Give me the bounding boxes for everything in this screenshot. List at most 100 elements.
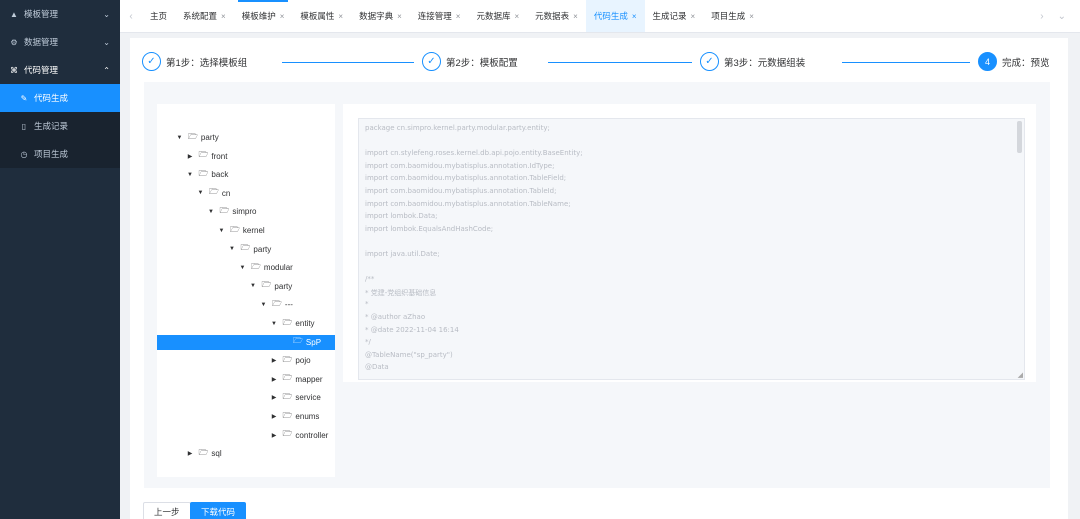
caret-down-icon[interactable]: ▼ [186,172,195,178]
edit-icon: ✎ [20,93,28,103]
code-line: import lombok.Data; [365,212,438,221]
caret-right-icon[interactable]: ▶ [270,357,279,364]
caret-down-icon[interactable]: ▼ [228,246,237,252]
code-line: * 党建-党组织基础信息 [365,288,437,297]
caret-down-icon[interactable]: ▼ [207,209,216,215]
caret-down-icon[interactable]: ▼ [217,228,226,234]
sidebar-item-2[interactable]: ◷ 项目生成 [0,140,120,168]
sidebar-item-label: 项目生成 [34,149,69,159]
code-line: import com.baomidou.mybatisplus.annotati… [365,199,571,208]
caret-down-icon[interactable]: ▼ [175,135,184,141]
tab-scroll-left-icon[interactable]: ‹ [120,11,142,22]
step-label: 第1步：选择模板组 [166,57,248,69]
close-icon[interactable]: × [632,12,637,21]
caret-right-icon[interactable]: ▶ [186,450,195,457]
step-label: 第2步：模板配置 [446,57,518,69]
sidebar-item-1[interactable]: ▯ 生成记录 [0,112,120,140]
caret-down-icon[interactable]: ▼ [249,283,258,289]
tree-node[interactable]: ▼ 🗁 entity [157,316,335,331]
download-code-button[interactable]: 下载代码 [190,502,247,519]
sidebar-item-0[interactable]: ✎ 代码生成 [0,84,120,112]
tab-3[interactable]: 模板属性 × [292,0,351,32]
tree-node-label: service [295,393,321,403]
document-icon: ▯ [21,121,27,131]
tab-1[interactable]: 系统配置 × [175,0,234,32]
tab-10[interactable]: 项目生成 × [703,0,762,32]
tree-node-label: cn [221,188,231,198]
caret-down-icon[interactable]: ▼ [238,265,247,271]
resize-handle-icon[interactable]: ◢ [1018,371,1023,379]
caret-right-icon[interactable]: ▶ [270,394,279,401]
close-icon[interactable]: × [338,12,343,21]
tree-node[interactable]: ▼ 🗁 --- [157,297,335,312]
close-icon[interactable]: × [691,12,696,21]
chevron-down-icon: ⌄ [103,9,110,19]
sidebar-group-0[interactable]: ▲ 模板管理 ⌄ [0,0,120,28]
tree-node[interactable]: ▼ 🗁 party [157,279,335,294]
file-tree: ▼ 🗁 party ▶ 🗁 front ▼ 🗁 back ▼ 🗁 cn ▼ 🗁 simpro ▼ 🗁 kernel… [157,104,335,477]
caret-down-icon[interactable]: ▼ [259,302,268,308]
caret-right-icon[interactable]: ▶ [270,413,279,420]
prev-step-button[interactable]: 上一步 [143,502,191,519]
tree-node[interactable]: ▼ 🗁 cn [157,186,335,201]
close-icon[interactable]: × [749,12,754,21]
tree-node-label: party [253,244,272,254]
main-card: ✓ 第1步：选择模板组 ✓ 第2步：模板配置 ✓ 第3步：元数据组装 4 完成：预览 ▼ 🗁 pa… [130,38,1068,519]
tree-node[interactable]: 🗁 SpP [157,334,335,350]
tree-node[interactable]: ▼ 🗁 back [157,167,335,182]
tree-node-label: party [200,133,219,142]
caret-down-icon[interactable]: ▼ [196,190,205,196]
code-line: /** [365,275,375,284]
close-icon[interactable]: × [573,12,578,21]
caret-right-icon[interactable]: ▶ [270,376,279,383]
tab-2[interactable]: 模板维护 × [234,0,293,32]
tree-node[interactable]: ▶ 🗁 enums [157,409,335,424]
code-line: import java.util.Date; [365,250,440,258]
code-icon: ⌘ [10,65,18,75]
tab-list: 主页 系统配置 × 模板维护 × 模板属性 × 数据字典 × 连接管理 × 元数据库 × 元数据表 × 代码生… [142,0,1040,32]
tab-7[interactable]: 元数据表 × [527,0,586,32]
tab-5[interactable]: 连接管理 × [410,0,469,32]
folder-open-icon: 🗁 [282,429,293,439]
tab-bar: ‹ 主页 系统配置 × 模板维护 × 模板属性 × 数据字典 × 连接管理 × 元数据库 × 元数据表 × 代… [120,0,1080,33]
clock-icon: ◷ [20,149,28,159]
code-textarea[interactable]: ◢ package cn.simpro.kernel.party.modular… [358,118,1025,380]
tab-9[interactable]: 生成记录 × [645,0,704,32]
tab-0[interactable]: 主页 [142,0,175,32]
tree-node[interactable]: ▼ 🗁 party [157,130,335,145]
step-label: 第3步：元数据组装 [724,57,806,69]
tree-node-label: entity [295,319,315,328]
code-line: import cn.stylefeng.roses.kernel.db.api.… [365,149,583,158]
tree-node[interactable]: ▼ 🗁 party [157,242,335,257]
tree-node[interactable]: ▼ 🗁 kernel [157,223,335,238]
tab-8[interactable]: 代码生成 × [585,0,645,32]
code-scrollbar[interactable] [1017,121,1022,153]
caret-right-icon[interactable]: ▶ [186,153,195,160]
check-icon: ✓ [142,52,161,71]
folder-open-icon: 🗁 [219,205,230,215]
sidebar-group-1[interactable]: ⚙ 数据管理 ⌄ [0,28,120,56]
sidebar-group-2[interactable]: ⌘ 代码管理 ⌃ [0,56,120,84]
tree-node[interactable]: ▶ 🗁 pojo [157,353,335,368]
tree-node[interactable]: ▼ 🗁 simpro [157,204,335,219]
tree-node[interactable]: ▶ 🗁 front [157,149,335,164]
tree-node[interactable]: ▶ 🗁 service [157,390,335,405]
close-icon[interactable]: × [514,12,519,21]
tree-node-label: mapper [295,374,323,384]
close-icon[interactable]: × [397,12,402,21]
close-icon[interactable]: × [280,12,285,21]
tree-node[interactable]: ▶ 🗁 sql [157,446,335,461]
tab-scroll-right-icon[interactable]: › [1040,11,1043,22]
close-icon[interactable]: × [221,12,226,21]
tab-4[interactable]: 数据字典 × [351,0,410,32]
caret-right-icon[interactable]: ▶ [270,432,279,439]
tree-node-label: front [211,151,228,161]
close-icon[interactable]: × [456,12,461,21]
tab-6[interactable]: 元数据库 × [468,0,527,32]
tab-menu-icon[interactable]: ⌄ [1058,11,1066,22]
folder-open-icon: 🗁 [198,447,209,457]
caret-down-icon[interactable]: ▼ [270,321,279,327]
tree-node[interactable]: ▶ 🗁 mapper [157,372,335,387]
tree-node[interactable]: ▶ 🗁 controller [157,428,335,443]
tree-node[interactable]: ▼ 🗁 modular [157,260,335,275]
